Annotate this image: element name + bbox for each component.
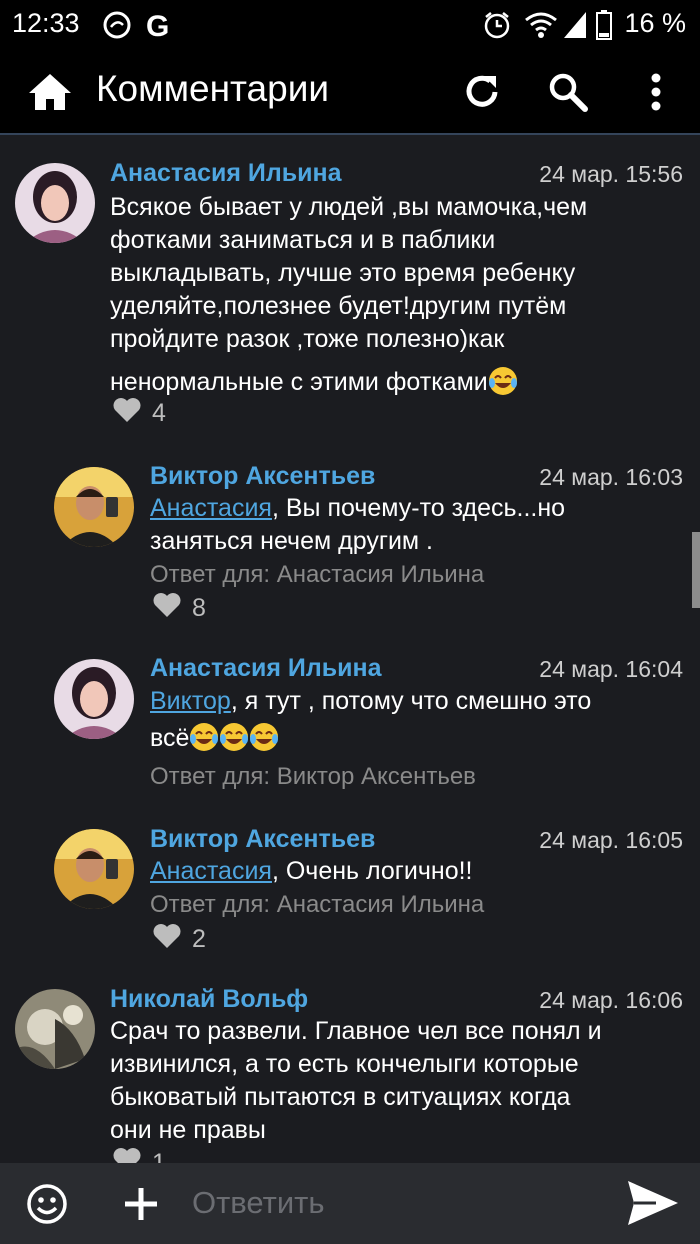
heart-icon xyxy=(112,397,152,430)
svg-text:G: G xyxy=(146,10,169,40)
comment-date: 24 мар. 16:04 xyxy=(539,656,683,682)
mention-link[interactable]: Виктор xyxy=(150,687,231,715)
comment-text-line: Всякое бывает у людей ,вы мамочка,чем xyxy=(110,193,588,221)
reply-input[interactable]: Ответить xyxy=(192,1185,325,1221)
google-icon: G xyxy=(146,10,174,47)
avatar[interactable] xyxy=(15,989,95,1069)
laughing-emoji-icon xyxy=(189,722,219,752)
comment-text: Виктор, я тут , потому что смешно это вс… xyxy=(150,685,690,755)
home-icon[interactable] xyxy=(26,68,74,116)
heart-icon xyxy=(112,1147,152,1163)
wifi-icon xyxy=(524,10,558,47)
comment-date: 24 мар. 16:06 xyxy=(539,987,683,1013)
like-button[interactable]: 2 xyxy=(152,923,206,956)
comment-text-line: извинился, а то есть кончелыги которые xyxy=(110,1050,579,1078)
comment-author[interactable]: Виктор Аксентьев xyxy=(150,462,375,491)
comment-text-line: заняться нечем другим . xyxy=(150,527,433,555)
comment-date: 24 мар. 16:03 xyxy=(539,464,683,490)
heart-icon xyxy=(152,592,192,625)
refresh-icon[interactable] xyxy=(458,68,506,116)
alarm-icon xyxy=(482,10,512,47)
laughing-emoji-icon xyxy=(249,722,279,752)
reply-to-label[interactable]: Ответ для: Анастасия Ильина xyxy=(150,891,484,919)
status-bar: 12:33 G 16 % xyxy=(0,0,700,50)
avatar[interactable] xyxy=(15,163,95,243)
like-button[interactable]: 1 xyxy=(112,1147,166,1163)
reply-to-label[interactable]: Ответ для: Анастасия Ильина xyxy=(150,561,484,589)
comment-text-line: Срач то развели. Главное чел все понял и xyxy=(110,1017,602,1045)
comment-author[interactable]: Анастасия Ильина xyxy=(150,654,382,683)
like-count: 2 xyxy=(192,925,206,953)
comment-text-line: уделяйте,полезнее будет!другим путём xyxy=(110,292,567,320)
heart-icon xyxy=(152,923,192,956)
comment-date: 24 мар. 15:56 xyxy=(539,161,683,187)
comment-author[interactable]: Виктор Аксентьев xyxy=(150,825,375,854)
comment-text-line: они не правы xyxy=(110,1116,266,1144)
emoji-icon[interactable] xyxy=(26,1183,68,1230)
comment-text-line: выкладывать, лучше это время ребенку xyxy=(110,259,576,287)
comment-text: Анастасия, Очень логично!! xyxy=(150,855,690,888)
sync-icon xyxy=(102,10,132,47)
reply-to-label[interactable]: Ответ для: Виктор Аксентьев xyxy=(150,763,476,791)
comment-text-line: фотками заниматься и в паблики xyxy=(110,226,496,254)
comment-text-line: ненормальные с этими фотками xyxy=(110,368,488,396)
send-icon[interactable] xyxy=(626,1179,680,1232)
comment-text-line: всё xyxy=(150,724,190,752)
comment-text-line: быковатый пытаются в ситуациях когда xyxy=(110,1083,571,1111)
avatar[interactable] xyxy=(54,467,134,547)
comment-text-line: пройдите разок ,тоже полезно)как xyxy=(110,325,505,353)
comment-author[interactable]: Николай Вольф xyxy=(110,985,308,1014)
comment-text: Всякое бывает у людей ,вы мамочка,чем фо… xyxy=(110,191,690,399)
mention-link[interactable]: Анастасия xyxy=(150,857,272,885)
battery-level: 16 % xyxy=(624,8,686,38)
reply-bar: Ответить xyxy=(0,1163,700,1244)
comment-date: 24 мар. 16:05 xyxy=(539,827,683,853)
app-bar: Комментарии xyxy=(0,50,700,135)
laughing-emoji-icon xyxy=(219,722,249,752)
search-icon[interactable] xyxy=(544,68,592,116)
like-button[interactable]: 4 xyxy=(112,397,166,430)
comments-list[interactable]: Анастасия Ильина 24 мар. 15:56 Всякое бы… xyxy=(0,135,700,1163)
scrollbar[interactable] xyxy=(692,532,700,608)
comment-author[interactable]: Анастасия Ильина xyxy=(110,159,342,188)
comment-text-line: , я тут , потому что смешно это xyxy=(230,687,592,715)
like-count: 4 xyxy=(152,399,166,427)
avatar[interactable] xyxy=(54,829,134,909)
mention-link[interactable]: Анастасия xyxy=(150,494,272,522)
comment-text-line: , Очень логично!! xyxy=(271,857,473,885)
laughing-emoji-icon xyxy=(488,366,518,396)
comment-text-line-last: ненормальные с этими фотками xyxy=(110,366,690,399)
comment-text: Срач то развели. Главное чел все понял и… xyxy=(110,1015,690,1147)
add-icon[interactable] xyxy=(122,1185,160,1228)
battery-icon xyxy=(596,10,612,47)
comment-text: Анастасия, Вы почему-то здесь...но занят… xyxy=(150,492,690,558)
like-count: 8 xyxy=(192,594,206,622)
like-button[interactable]: 8 xyxy=(152,592,206,625)
page-title: Комментарии xyxy=(96,68,330,109)
more-vert-icon[interactable] xyxy=(632,68,680,116)
comment-text-line: , Вы почему-то здесь...но xyxy=(271,494,566,522)
avatar[interactable] xyxy=(54,659,134,739)
status-time: 12:33 xyxy=(12,8,80,38)
like-count: 1 xyxy=(152,1149,166,1163)
signal-icon xyxy=(562,10,588,47)
